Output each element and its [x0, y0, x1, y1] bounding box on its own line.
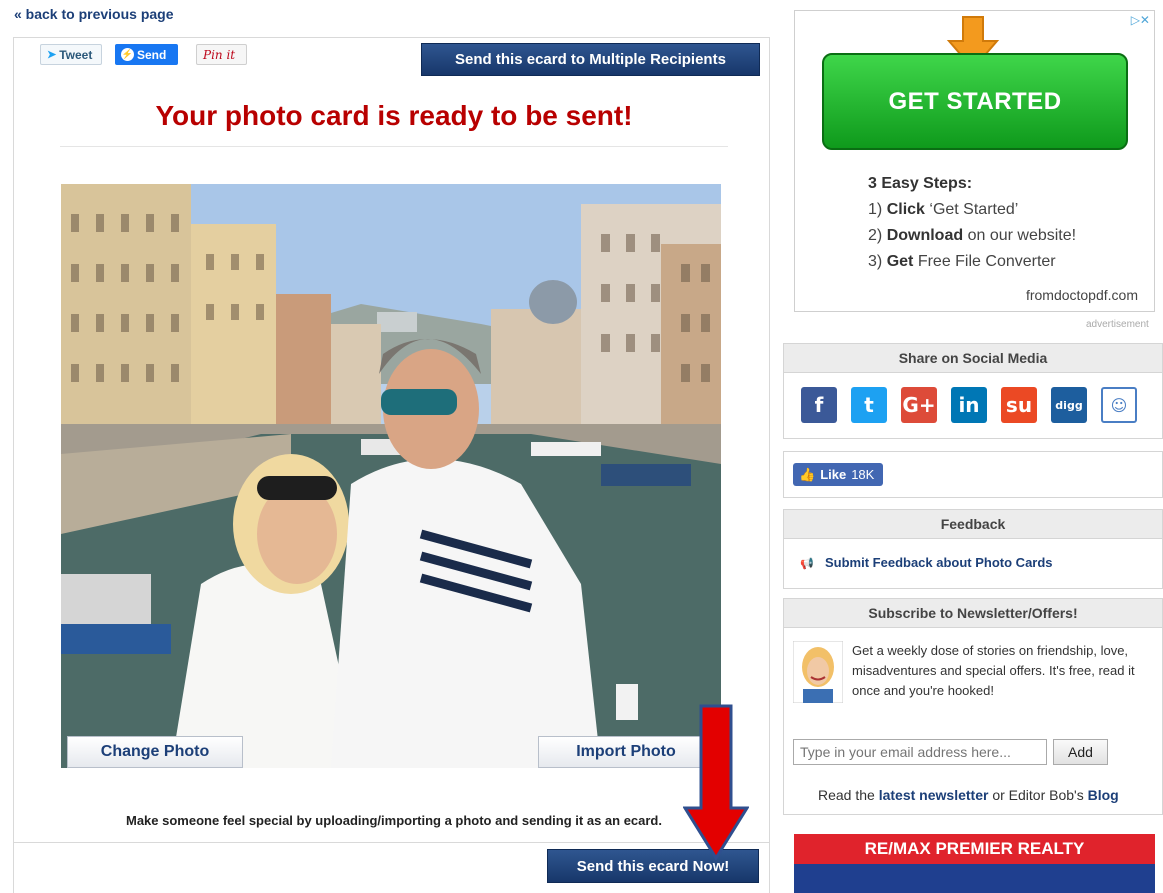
submit-feedback-link[interactable]: Submit Feedback about Photo Cards — [825, 555, 1053, 570]
newsletter-heading: Subscribe to Newsletter/Offers! — [784, 599, 1162, 628]
digg-icon[interactable]: digg — [1051, 387, 1087, 423]
page: « back to previous page ➤ Tweet ⚡ Send P… — [0, 0, 1163, 893]
social-icons: f t G+ in su digg ☺ — [801, 387, 1137, 423]
step-1: 1) Click ‘Get Started’ — [868, 201, 1019, 218]
editor-avatar — [793, 641, 843, 703]
messenger-send-button[interactable]: ⚡ Send — [115, 44, 178, 65]
multiple-recipients-button[interactable]: Send this ecard to Multiple Recipients — [421, 43, 760, 76]
newsletter-description: Get a weekly dose of stories on friendsh… — [852, 643, 1135, 698]
linkedin-icon[interactable]: in — [951, 387, 987, 423]
upload-caption: Make someone feel special by uploading/i… — [126, 813, 662, 828]
like-count: 18K — [851, 467, 875, 482]
step-2: 2) Download on our website! — [868, 227, 1077, 244]
title-divider — [60, 146, 728, 147]
megaphone-icon: 📢 — [800, 558, 814, 570]
realty-ad[interactable]: RE/MAX PREMIER REALTY — [794, 834, 1155, 893]
advertisement-label: advertisement — [1086, 319, 1149, 330]
realty-heading: RE/MAX PREMIER REALTY — [794, 834, 1155, 864]
pinterest-button[interactable]: Pin it — [196, 44, 247, 65]
change-photo-button[interactable]: Change Photo — [67, 736, 243, 768]
red-down-arrow-icon — [683, 704, 749, 860]
ecard-photo — [61, 184, 721, 768]
get-started-button[interactable]: GET STARTED — [822, 53, 1128, 150]
twitter-bird-icon: ➤ — [47, 49, 57, 61]
feedback-heading: Feedback — [784, 510, 1162, 539]
newsletter-links: Read the latest newsletter or Editor Bob… — [818, 787, 1119, 803]
facebook-icon[interactable]: f — [801, 387, 837, 423]
messenger-icon: ⚡ — [121, 48, 134, 61]
page-title: Your photo card is ready to be sent! — [155, 100, 633, 131]
social-heading: Share on Social Media — [784, 344, 1162, 373]
newsletter-email-input[interactable] — [793, 739, 1047, 765]
ad-choices-icon[interactable]: ▷✕ — [1131, 13, 1150, 27]
step-3: 3) Get Free File Converter — [868, 253, 1056, 270]
newsletter-panel: Subscribe to Newsletter/Offers! — [783, 598, 1163, 815]
latest-newsletter-link[interactable]: latest newsletter — [879, 787, 989, 803]
steps-title: 3 Easy Steps: — [868, 175, 973, 192]
stumbleupon-icon[interactable]: su — [1001, 387, 1037, 423]
ad-banner[interactable]: ▷✕ GET STARTED 3 Easy Steps: 1) Click ‘G… — [794, 10, 1155, 312]
reddit-icon[interactable]: ☺ — [1101, 387, 1137, 423]
newsletter-add-button[interactable]: Add — [1053, 739, 1108, 765]
tweet-button[interactable]: ➤ Tweet — [40, 44, 102, 65]
like-label: Like — [820, 467, 847, 482]
ad-steps: 3 Easy Steps: 1) Click ‘Get Started’ 2) … — [868, 171, 1076, 275]
twitter-icon[interactable]: t — [851, 387, 887, 423]
tweet-label: Tweet — [59, 47, 93, 62]
google-plus-icon[interactable]: G+ — [901, 387, 937, 423]
bottom-divider — [14, 842, 769, 843]
editor-blog-link[interactable]: Blog — [1088, 787, 1119, 803]
thumbs-up-icon: 👍 — [799, 466, 816, 482]
send-label: Send — [137, 47, 167, 62]
feedback-panel: Feedback — [783, 509, 1163, 589]
ad-domain: fromdoctopdf.com — [1025, 287, 1138, 303]
back-link[interactable]: « back to previous page — [14, 6, 174, 22]
facebook-like-button[interactable]: 👍 Like 18K — [793, 463, 883, 486]
